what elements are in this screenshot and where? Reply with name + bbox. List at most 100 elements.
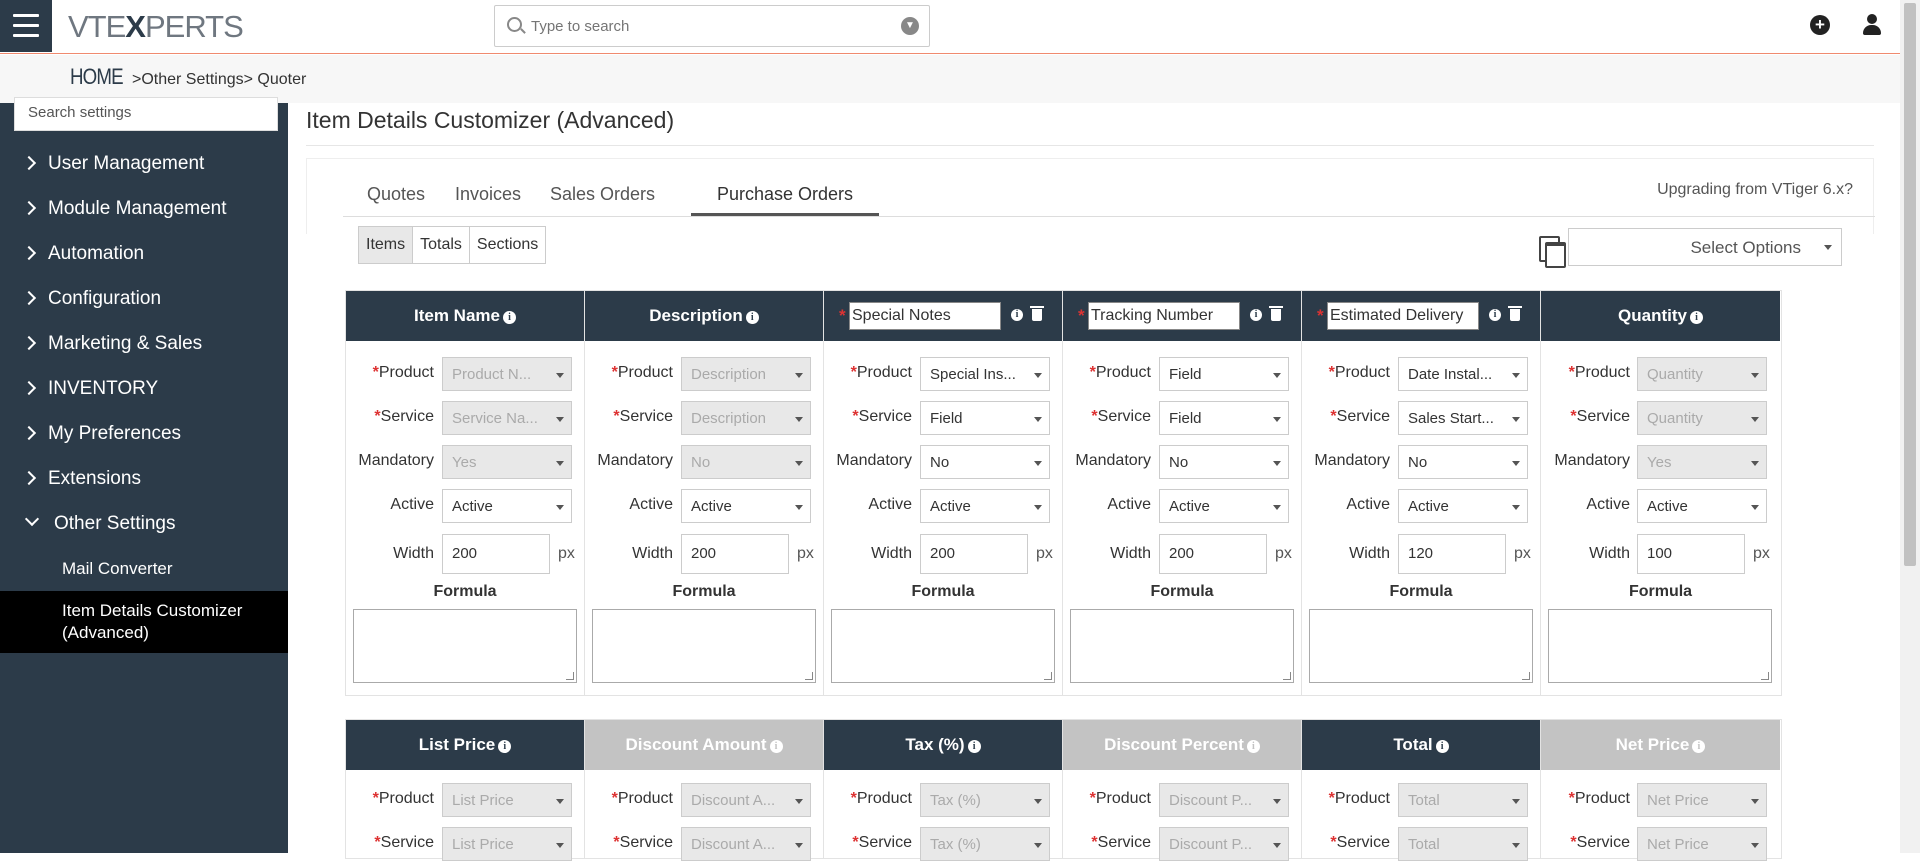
width-input[interactable]: 100 (1637, 534, 1745, 574)
global-search[interactable]: ▼ (494, 5, 930, 47)
info-icon[interactable]: i (967, 740, 981, 753)
active-label: Active (1107, 496, 1151, 514)
info-icon[interactable]: i (1011, 309, 1023, 321)
width-input[interactable]: 200 (1159, 534, 1267, 574)
formula-textarea[interactable] (592, 609, 816, 683)
tab-sales-orders[interactable]: Sales Orders (524, 172, 681, 216)
sidebar-subitem-mail-converter[interactable]: Mail Converter (0, 546, 288, 591)
sidebar-item-my-preferences[interactable]: My Preferences (0, 411, 288, 456)
column-header: * Estimated Delivery i (1302, 291, 1540, 341)
mandatory-row: Mandatory Yes (1541, 445, 1780, 479)
breadcrumb-item[interactable]: Quoter (257, 71, 306, 88)
service-select[interactable]: Sales Start... (1398, 401, 1528, 435)
product-select[interactable]: Field (1159, 357, 1289, 391)
active-label: Active (629, 496, 673, 514)
column-title-input[interactable]: Special Notes (849, 302, 1001, 330)
active-value: Active (1647, 498, 1688, 515)
trash-icon[interactable] (1508, 306, 1522, 321)
sidebar-item-configuration[interactable]: Configuration (0, 276, 288, 321)
item-fields-row: Item Name i *Product Product N... *Service Se… (345, 290, 1782, 696)
formula-textarea[interactable] (1070, 609, 1294, 683)
info-icon[interactable]: i (498, 740, 512, 753)
product-row: *Product Product N... (346, 357, 584, 391)
product-select[interactable]: Date Instal... (1398, 357, 1528, 391)
width-input[interactable]: 120 (1398, 534, 1506, 574)
product-label-text: Product (378, 364, 434, 381)
service-label-text: Service (1336, 834, 1390, 851)
mandatory-select[interactable]: No (1159, 445, 1289, 479)
chevron-down-icon[interactable]: ▼ (901, 17, 919, 35)
width-input[interactable]: 200 (681, 534, 789, 574)
product-row: *Product Tax (%) (824, 783, 1062, 817)
width-input[interactable]: 200 (920, 534, 1028, 574)
logo[interactable]: VTEXPERTS (68, 9, 244, 45)
product-select[interactable]: Special Ins... (920, 357, 1050, 391)
formula-textarea[interactable] (1548, 609, 1772, 683)
service-label: *Service (1330, 834, 1390, 852)
info-icon[interactable]: i (1689, 311, 1703, 324)
formula-textarea[interactable] (353, 609, 577, 683)
active-select[interactable]: Active (1159, 489, 1289, 523)
service-select: Total (1398, 827, 1528, 861)
mandatory-select[interactable]: No (1398, 445, 1528, 479)
copy-icon[interactable] (1539, 236, 1566, 268)
column-title: Description (649, 306, 743, 325)
sidebar-item-user-management[interactable]: User Management (0, 141, 288, 186)
sidebar-item-automation[interactable]: Automation (0, 231, 288, 276)
column-title-input[interactable]: Estimated Delivery (1327, 302, 1479, 330)
trash-icon[interactable] (1030, 306, 1044, 321)
sidebar-item-extensions[interactable]: Extensions (0, 456, 288, 501)
active-select[interactable]: Active (681, 489, 811, 523)
settings-search-input[interactable]: Search settings (14, 97, 278, 131)
breadcrumb-item[interactable]: Other Settings (141, 71, 243, 88)
upgrade-link[interactable]: Upgrading from VTiger 6.x? (1657, 181, 1853, 199)
sidebar-subitem-item-details-customizer[interactable]: Item Details Customizer (Advanced) (0, 591, 288, 653)
sidebar-item-module-management[interactable]: Module Management (0, 186, 288, 231)
scrollbar[interactable] (1900, 0, 1920, 853)
trash-icon[interactable] (1269, 306, 1283, 321)
subtab-totals[interactable]: Totals (413, 227, 470, 263)
caret-down-icon (1034, 799, 1042, 804)
sidebar-item-marketing-sales[interactable]: Marketing & Sales (0, 321, 288, 366)
product-select: Tax (%) (920, 783, 1050, 817)
active-row: Active Active (1302, 489, 1540, 523)
service-select[interactable]: Field (920, 401, 1050, 435)
info-icon[interactable]: i (745, 311, 759, 324)
mandatory-value: No (1169, 454, 1189, 471)
add-icon[interactable]: + (1810, 15, 1830, 35)
info-icon[interactable]: i (1692, 740, 1706, 753)
info-icon[interactable]: i (769, 740, 783, 753)
sidebar-item-other-settings[interactable]: Other Settings (0, 501, 288, 546)
info-icon[interactable]: i (1435, 740, 1449, 753)
select-options-dropdown[interactable]: Select Options (1568, 228, 1842, 266)
field-column: Discount Percent i *Product Discount P... *S… (1063, 720, 1302, 861)
sidebar-item-inventory[interactable]: INVENTORY (0, 366, 288, 411)
breadcrumb-bar: HOME >Other Settings> Quoter (0, 55, 1900, 103)
user-icon[interactable] (1862, 14, 1882, 36)
active-select[interactable]: Active (1398, 489, 1528, 523)
formula-textarea[interactable] (831, 609, 1055, 683)
service-select[interactable]: Field (1159, 401, 1289, 435)
breadcrumb-home[interactable]: HOME (70, 64, 124, 90)
service-row: *Service Discount A... (585, 827, 823, 861)
active-select[interactable]: Active (1637, 489, 1767, 523)
column-title-input[interactable]: Tracking Number (1088, 302, 1240, 330)
info-icon[interactable]: i (1489, 309, 1501, 321)
active-select[interactable]: Active (442, 489, 572, 523)
column-header: Total i (1302, 720, 1540, 770)
search-input[interactable] (531, 14, 891, 38)
hamburger-menu-icon[interactable] (0, 0, 52, 52)
tab-purchase-orders[interactable]: Purchase Orders (691, 172, 880, 216)
subtab-items[interactable]: Items (359, 227, 414, 263)
info-icon[interactable]: i (1246, 740, 1260, 753)
subtab-sections[interactable]: Sections (469, 227, 546, 263)
mandatory-select[interactable]: No (920, 445, 1050, 479)
info-icon[interactable]: i (1250, 309, 1262, 321)
width-input[interactable]: 200 (442, 534, 550, 574)
formula-textarea[interactable] (1309, 609, 1533, 683)
scrollbar-thumb[interactable] (1904, 3, 1916, 566)
active-select[interactable]: Active (920, 489, 1050, 523)
info-icon[interactable]: i (502, 311, 516, 324)
product-label: *Product (612, 790, 673, 808)
mandatory-label-text: Mandatory (1554, 452, 1630, 469)
